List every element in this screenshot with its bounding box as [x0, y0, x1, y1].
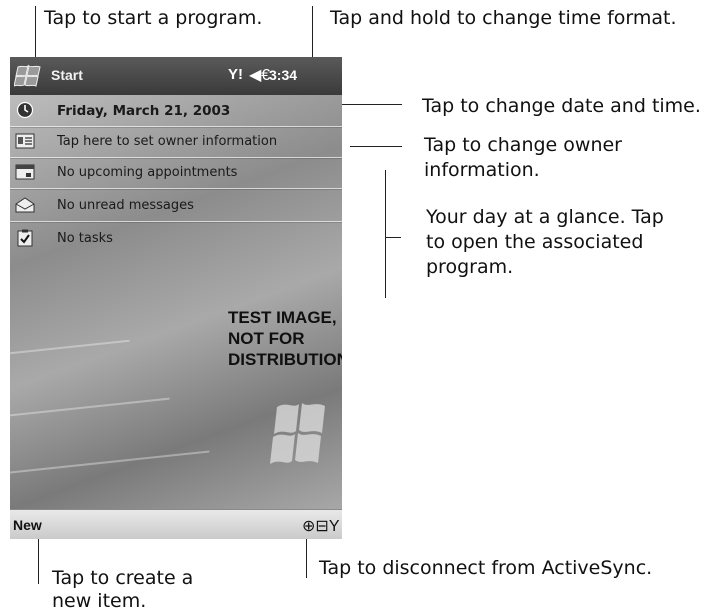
- callout-new-item-line2: new item.: [52, 590, 147, 612]
- calendar-icon: [15, 164, 35, 180]
- clock[interactable]: 3:34: [269, 67, 297, 83]
- background-streak: [10, 397, 170, 419]
- background-streak: [10, 450, 210, 476]
- bracket-glance: [385, 170, 386, 298]
- speaker-icon[interactable]: ◀€: [249, 65, 270, 85]
- today-messages-text: No unread messages: [57, 198, 194, 213]
- today-owner-row[interactable]: Tap here to set owner information: [10, 127, 342, 158]
- today-date-row[interactable]: Friday, March 21, 2003: [10, 96, 342, 127]
- callout-glance-line1: Your day at a glance. Tap: [426, 206, 664, 228]
- clock-icon: [16, 101, 34, 119]
- leader-clock: [312, 6, 313, 64]
- callout-glance-line2: to open the associated: [426, 231, 644, 253]
- leader-owner: [350, 146, 402, 147]
- leader-glance: [385, 237, 401, 238]
- today-messages-row[interactable]: No unread messages: [10, 191, 342, 222]
- callout-new-item-line1: Tap to create a: [52, 567, 194, 589]
- callout-glance-line3: program.: [426, 256, 514, 278]
- today-owner-text: Tap here to set owner information: [57, 134, 278, 149]
- command-bar: New ⊕⊟Y: [10, 509, 342, 539]
- leader-activesync: [306, 538, 307, 578]
- leader-date: [340, 104, 402, 105]
- callout-activesync: Tap to disconnect from ActiveSync.: [319, 557, 653, 579]
- windows-logo-icon: [270, 403, 325, 464]
- title-bar: Start Y! ◀€ 3:34: [10, 57, 342, 95]
- new-button[interactable]: New: [13, 517, 42, 533]
- watermark-text: TEST IMAGE, NOT FOR DISTRIBUTION: [228, 307, 342, 370]
- today-date-text: Friday, March 21, 2003: [57, 103, 231, 119]
- signal-icon[interactable]: Y!: [228, 66, 243, 83]
- today-tasks-text: No tasks: [57, 231, 113, 246]
- leader-start: [35, 6, 36, 62]
- background-streak: [10, 339, 130, 357]
- today-tasks-row[interactable]: No tasks: [10, 224, 342, 254]
- watermark-line: TEST IMAGE,: [228, 308, 337, 327]
- callout-start-program: Tap to start a program.: [44, 7, 263, 29]
- watermark-line: NOT FOR: [228, 329, 305, 348]
- envelope-icon: [15, 197, 35, 213]
- device-screen: Start Y! ◀€ 3:34 Friday, March 21, 2003 …: [10, 57, 342, 539]
- today-appointments-row[interactable]: No upcoming appointments: [10, 158, 342, 189]
- leader-new: [38, 538, 39, 584]
- today-appointments-text: No upcoming appointments: [57, 165, 238, 180]
- callout-date-time: Tap to change date and time.: [422, 95, 701, 117]
- watermark-line: DISTRIBUTION: [228, 350, 342, 369]
- windows-flag-icon[interactable]: [14, 63, 42, 89]
- callout-time-format: Tap and hold to change time format.: [330, 7, 677, 29]
- checklist-icon: [17, 229, 33, 247]
- callout-owner-info-line1: Tap to change owner: [424, 134, 622, 156]
- start-menu-label[interactable]: Start: [51, 67, 83, 83]
- callout-owner-info-line2: information.: [424, 159, 540, 181]
- activesync-icon[interactable]: ⊕⊟Y: [302, 516, 339, 536]
- owner-card-icon: [15, 133, 35, 149]
